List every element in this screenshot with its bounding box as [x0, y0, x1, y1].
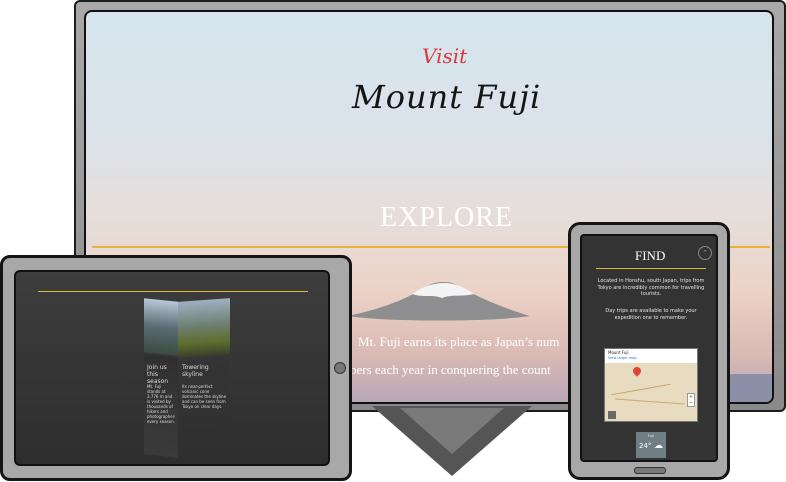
tablet-screen: Join us this season Towering skyline Mt.…: [14, 270, 330, 466]
cube-photo-hikers: [178, 298, 230, 358]
cube-text-right: Its near-perfect volcanic cone dominates…: [182, 384, 227, 409]
mount-fuji-image: [348, 282, 530, 321]
map-larger-link[interactable]: View larger map: [608, 356, 637, 360]
map-road: [611, 383, 671, 396]
phone-paragraph-2: Day trips are available to make your exp…: [605, 308, 697, 321]
weather-widget[interactable]: Fuji 24° ☁: [636, 432, 666, 458]
find-heading: FIND: [635, 248, 666, 263]
site-title: Mount Fuji: [352, 78, 542, 116]
weather-temperature: 24°: [639, 442, 652, 450]
phone-paragraph-1: Located in Honshu, south Japan, trips fr…: [597, 278, 705, 297]
google-map[interactable]: Mount Fuji View larger map + −: [604, 348, 698, 422]
cloud-icon: ☁: [654, 441, 663, 451]
visit-label: Visit: [422, 44, 468, 68]
phone-divider: [596, 268, 706, 269]
explore-heading: EXPLORE: [380, 202, 513, 233]
phone-home-button[interactable]: [634, 467, 666, 474]
map-street-view-icon[interactable]: [608, 411, 616, 419]
monitor-stand-highlight: [400, 408, 504, 454]
chevron-up-icon[interactable]: ⌃: [698, 246, 712, 260]
phone-screen: FIND ⌃ Located in Honshu, south Japan, t…: [580, 234, 718, 462]
hero-text-line-2: bers each year in conquering the count: [350, 362, 551, 377]
cube-photo-lake: [144, 298, 178, 356]
map-road: [615, 398, 685, 405]
map-pin-icon[interactable]: [631, 365, 643, 377]
hero-text-line-1: Mt. Fuji earns its place as Japan’s num: [358, 334, 560, 349]
map-place-name: Mount Fuji: [608, 350, 629, 355]
tablet-home-button[interactable]: [334, 362, 346, 374]
cube-text-left: Mt. Fuji stands at 3,776 m and is visite…: [147, 384, 175, 424]
tablet-divider: [38, 291, 308, 292]
weather-location: Fuji: [648, 434, 654, 438]
cube-heading-right: Towering skyline: [182, 364, 209, 378]
cube-heading-left: Join us this season: [147, 364, 169, 385]
map-zoom-control[interactable]: + −: [687, 393, 695, 407]
